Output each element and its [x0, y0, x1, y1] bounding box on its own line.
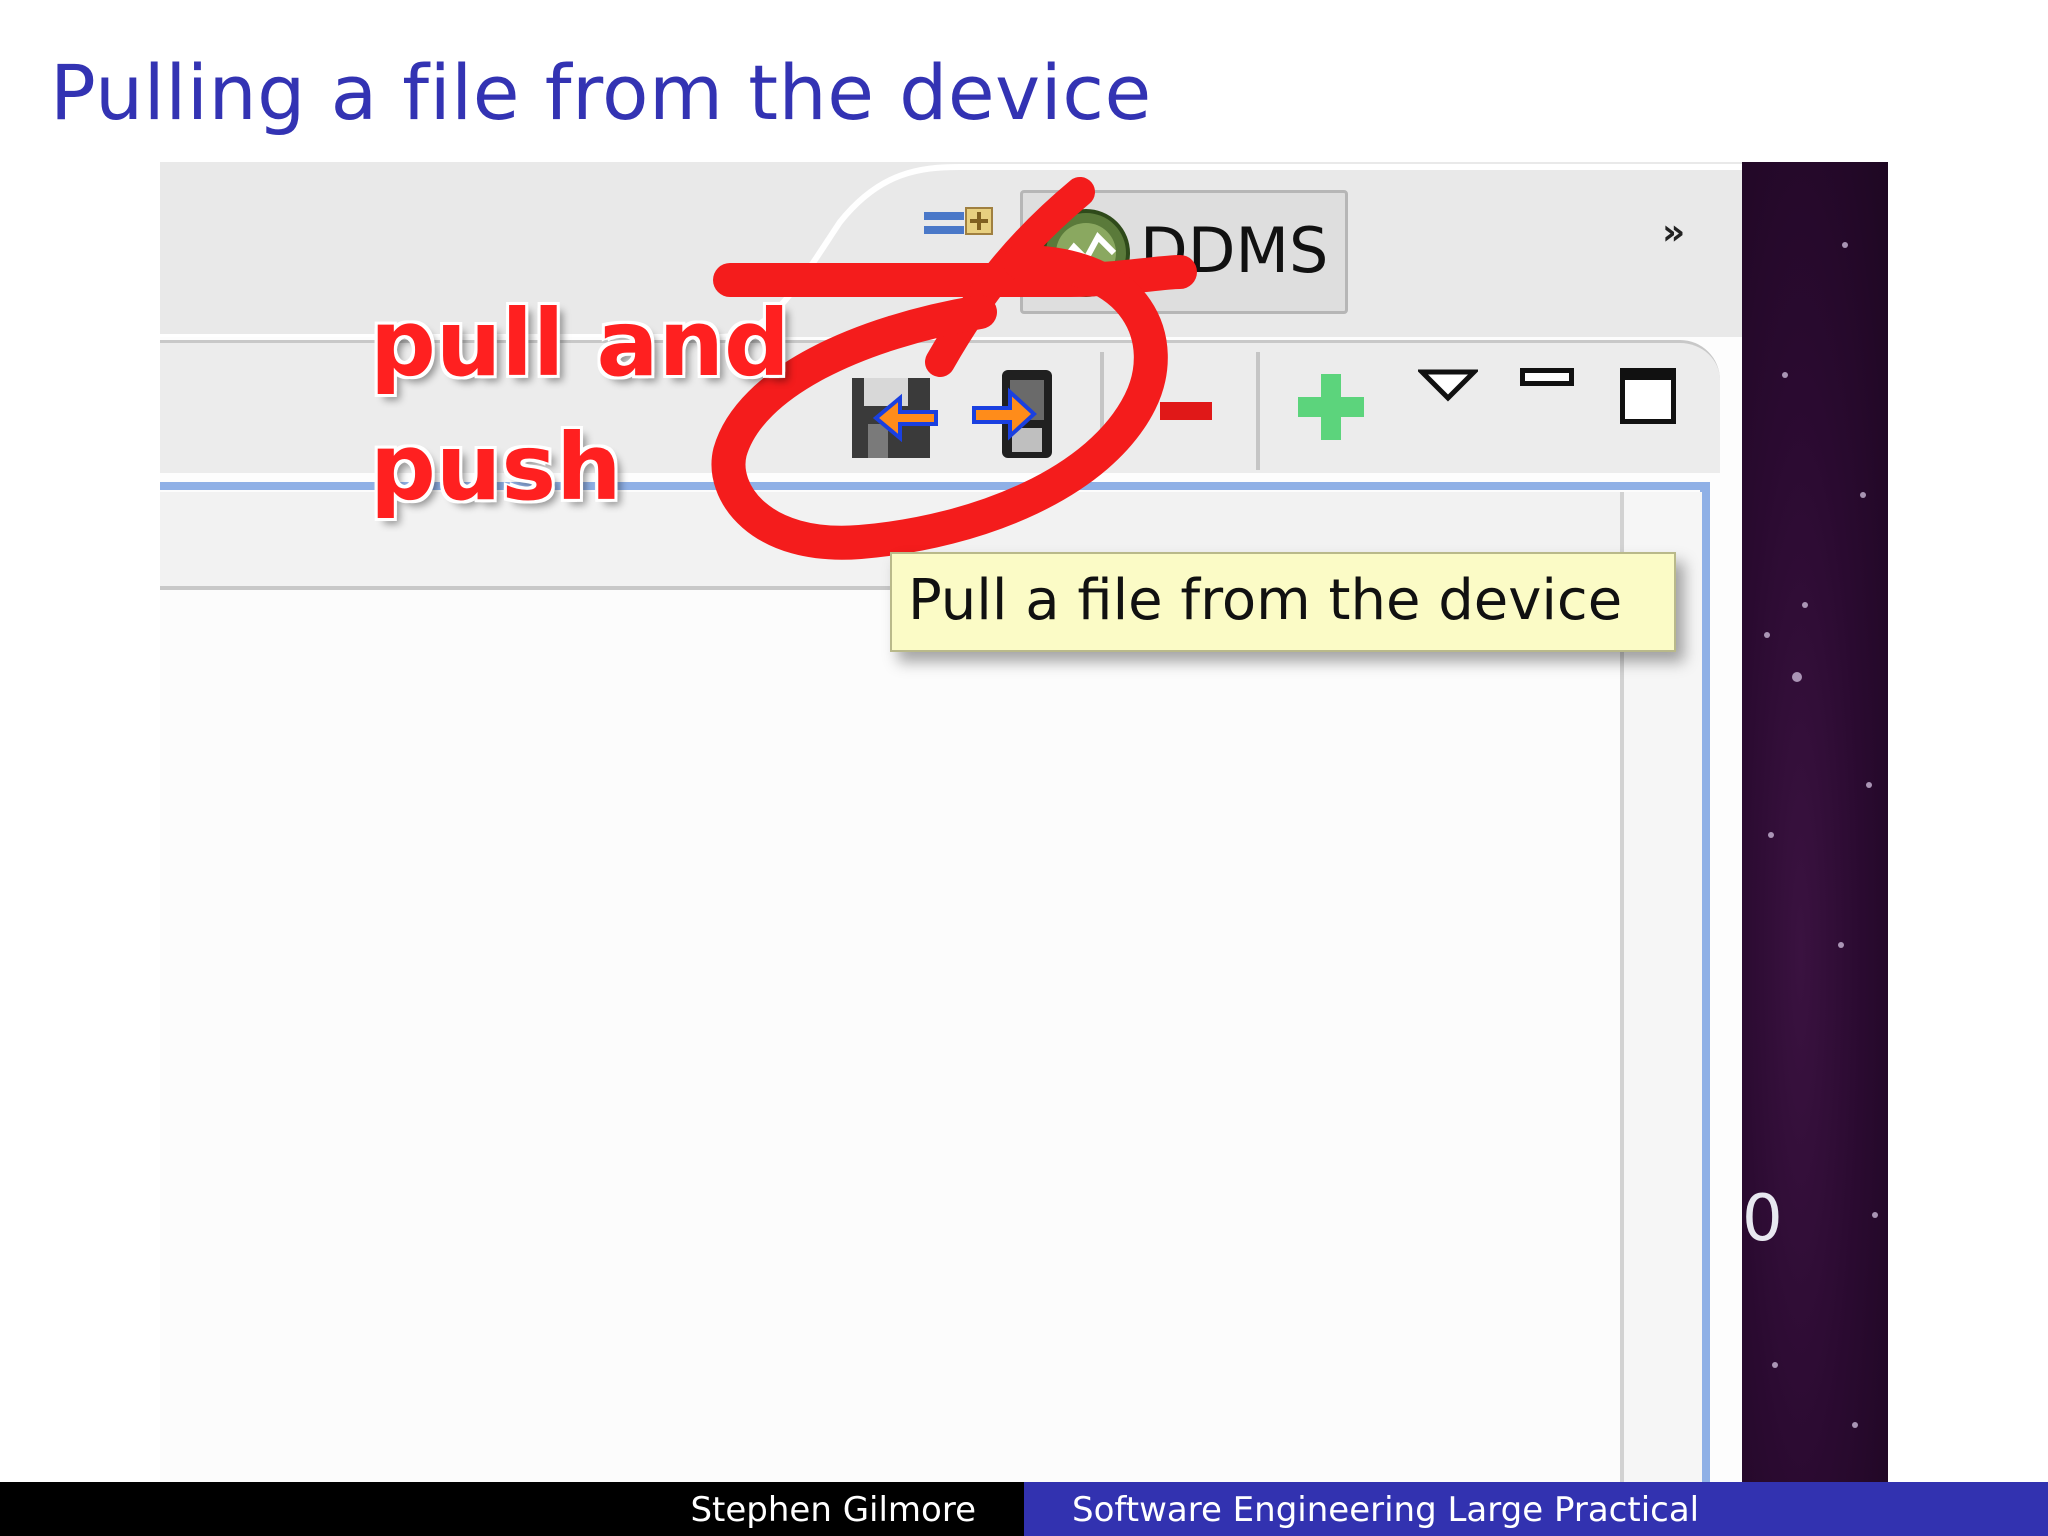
slide-footer: Stephen Gilmore Software Engineering Lar…	[0, 1482, 2048, 1536]
maximize-icon[interactable]	[1620, 368, 1676, 424]
toolbar-separator	[1100, 352, 1104, 464]
desktop-background	[1742, 162, 1888, 1482]
footer-course: Software Engineering Large Practical	[1072, 1490, 1700, 1530]
eclipse-screenshot: DDMS » 0 pull and push Pull a file from …	[160, 162, 1888, 1482]
footer-author-panel: Stephen Gilmore	[0, 1482, 1024, 1536]
annotation-line-1: pull and	[370, 290, 790, 397]
annotation-line-2: push	[370, 414, 622, 521]
view-menu-icon[interactable]	[1418, 368, 1478, 404]
new-folder-icon[interactable]	[1296, 372, 1366, 442]
ddms-tab-label: DDMS	[1140, 214, 1329, 287]
push-file-icon[interactable]	[972, 366, 1062, 462]
pull-push-annotation: pull and push	[370, 282, 790, 530]
minimize-icon[interactable]	[1520, 368, 1574, 386]
pull-file-icon[interactable]	[848, 372, 938, 462]
footer-author: Stephen Gilmore	[690, 1490, 976, 1530]
open-perspective-icon[interactable]	[922, 202, 1000, 252]
tooltip-text: Pull a file from the device	[908, 568, 1623, 633]
delete-icon[interactable]	[1160, 402, 1212, 420]
slide-title: Pulling a file from the device	[50, 48, 1152, 137]
footer-course-panel: Software Engineering Large Practical	[1024, 1482, 2048, 1536]
chevron-double-right-icon[interactable]: »	[1662, 212, 1685, 253]
toolbar-separator	[1256, 352, 1260, 470]
background-glyph: 0	[1742, 1182, 1783, 1256]
tooltip: Pull a file from the device	[890, 552, 1676, 652]
ddms-perspective-icon	[1042, 209, 1130, 297]
